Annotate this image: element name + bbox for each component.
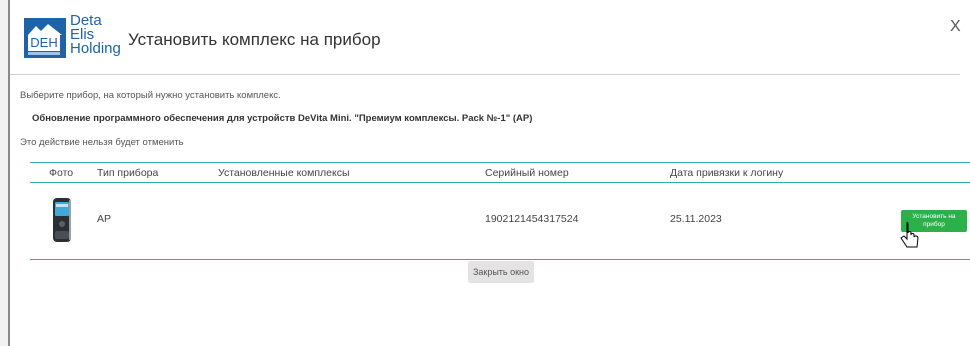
logo-badge-text: DEH <box>28 35 60 51</box>
col-serial: Серийный номер <box>485 167 569 179</box>
logo-badge: DEH <box>24 18 66 58</box>
table-header: Фото Тип прибора Установленные комплексы… <box>30 162 970 183</box>
dialog-title: Установить комплекс на прибор <box>128 30 381 49</box>
close-icon[interactable]: X <box>950 18 961 36</box>
company-logo: DEH Deta Elis Holding <box>24 13 134 62</box>
mouse-pointer-icon <box>900 221 919 248</box>
mountain-icon <box>28 24 62 35</box>
device-type: AP <box>97 213 112 225</box>
col-photo: Фото <box>49 167 74 179</box>
update-title: Обновление программного обеспечения для … <box>32 113 533 124</box>
instruction-text: Выберите прибор, на который нужно устано… <box>20 90 281 101</box>
device-table: Фото Тип прибора Установленные комплексы… <box>30 162 970 260</box>
binding-date: 25.11.2023 <box>670 213 722 225</box>
col-installed: Установленные комплексы <box>218 167 350 179</box>
window-left-edge <box>0 0 10 346</box>
serial-number: 1902121454317524 <box>485 213 579 225</box>
logo-line-3: Holding <box>70 40 121 57</box>
device-photo-icon <box>53 198 71 242</box>
col-date: Дата привязки к логину <box>670 167 784 179</box>
install-dialog: DEH Deta Elis Holding Установить комплек… <box>10 0 970 346</box>
col-device-type: Тип прибора <box>97 167 159 179</box>
logo-wordmark: Deta Elis Holding <box>70 13 121 57</box>
warning-text: Это действие нельзя будет отменить <box>20 137 184 148</box>
dialog-header: DEH Deta Elis Holding Установить комплек… <box>10 0 961 75</box>
table-row: AP 1902121454317524 25.11.2023 Установит… <box>30 183 970 260</box>
close-window-button[interactable]: Закрыть окно <box>468 261 534 283</box>
